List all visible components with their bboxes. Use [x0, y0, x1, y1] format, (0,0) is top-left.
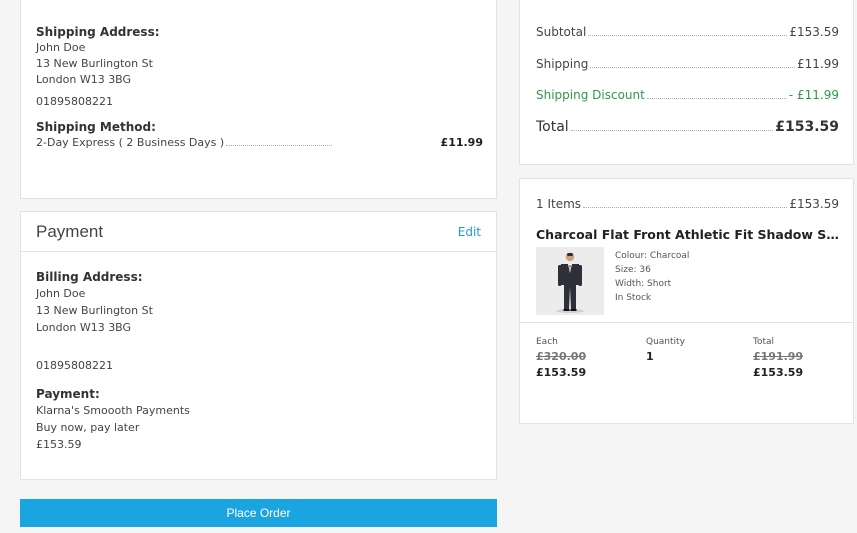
items-count-row: 1 Items £153.59 — [536, 197, 839, 211]
dot-leader — [646, 98, 787, 99]
suit-figure-icon — [536, 247, 604, 315]
dot-leader — [570, 130, 774, 131]
product-attributes: Colour: Charcoal Size: 36 Width: Short I… — [615, 249, 689, 305]
line-total-original: £191.99 — [753, 350, 804, 363]
line-total-header: Total — [753, 337, 775, 347]
shipping-row: Shipping £11.99 — [536, 57, 839, 71]
each-price-column: Each £320.00 £153.59 — [536, 335, 586, 381]
each-original-price: £320.00 — [536, 350, 587, 363]
dot-leader — [590, 67, 795, 68]
product-image[interactable] — [536, 247, 604, 315]
subtotal-label: Subtotal — [536, 25, 587, 39]
quantity-column: Quantity 1 — [646, 335, 685, 365]
shipping-discount-label: Shipping Discount — [536, 88, 645, 102]
shipping-summary-card: Shipping Address: John Doe 13 New Burlin… — [20, 0, 497, 199]
shipping-address-title: Shipping Address: — [36, 25, 160, 39]
billing-address-title: Billing Address: — [36, 270, 143, 284]
product-colour: Colour: Charcoal — [615, 251, 690, 261]
quantity-header: Quantity — [646, 337, 685, 347]
billing-name: John Doe — [36, 287, 86, 300]
shipping-phone: 01895808221 — [36, 95, 113, 108]
each-header: Each — [536, 337, 558, 347]
payment-card: Payment Edit Billing Address: John Doe 1… — [20, 211, 497, 480]
each-current-price: £153.59 — [536, 366, 587, 379]
product-name[interactable]: Charcoal Flat Front Athletic Fit Shadow … — [536, 227, 841, 242]
shipping-method-name: 2-Day Express ( 2 Business Days ) — [36, 136, 225, 149]
shipping-street: 13 New Burlington St — [36, 57, 153, 70]
billing-street: 13 New Burlington St — [36, 304, 153, 317]
shipping-discount-value: - £11.99 — [788, 88, 839, 102]
shipping-city: London W13 3BG — [36, 73, 132, 86]
total-row: Total £153.59 — [536, 119, 839, 135]
payment-amount: £153.59 — [36, 438, 82, 451]
items-count-label: 1 Items — [536, 197, 582, 211]
shipping-method-row: 2-Day Express ( 2 Business Days ) £11.99 — [36, 135, 483, 151]
shipping-discount-row: Shipping Discount - £11.99 — [536, 88, 839, 102]
items-count-value: £153.59 — [789, 197, 839, 211]
dot-leader — [583, 207, 788, 208]
shipping-method-title: Shipping Method: — [36, 120, 156, 134]
product-width: Width: Short — [615, 279, 672, 289]
place-order-button[interactable]: Place Order — [20, 499, 497, 527]
shipping-label: Shipping — [536, 57, 589, 71]
payment-edit-link[interactable]: Edit — [458, 225, 481, 239]
payment-tagline: Buy now, pay later — [36, 421, 140, 434]
order-items-card: 1 Items £153.59 Charcoal Flat Front Athl… — [519, 178, 854, 424]
line-total-current: £153.59 — [753, 366, 804, 379]
quantity-value: 1 — [646, 350, 654, 363]
shipping-value: £11.99 — [797, 57, 839, 71]
payment-header: Payment Edit — [21, 212, 496, 252]
subtotal-row: Subtotal £153.59 — [536, 25, 839, 39]
billing-city: London W13 3BG — [36, 321, 132, 334]
payment-provider: Klarna's Smoooth Payments — [36, 404, 190, 417]
shipping-name: John Doe — [36, 41, 86, 54]
total-value: £153.59 — [775, 119, 839, 135]
product-size: Size: 36 — [615, 265, 651, 275]
line-total-column: Total £191.99 £153.59 — [753, 335, 803, 381]
dot-leader — [226, 145, 333, 146]
shipping-method-price: £11.99 — [440, 136, 483, 149]
product-stock-status: In Stock — [615, 293, 652, 303]
payment-heading: Payment — [36, 221, 104, 241]
subtotal-value: £153.59 — [789, 25, 839, 39]
divider — [520, 322, 853, 323]
dot-leader — [588, 35, 788, 36]
total-label: Total — [536, 119, 569, 135]
order-totals-card: Subtotal £153.59 Shipping £11.99 Shippin… — [519, 0, 854, 165]
billing-phone: 01895808221 — [36, 359, 113, 372]
payment-method-title: Payment: — [36, 387, 100, 401]
